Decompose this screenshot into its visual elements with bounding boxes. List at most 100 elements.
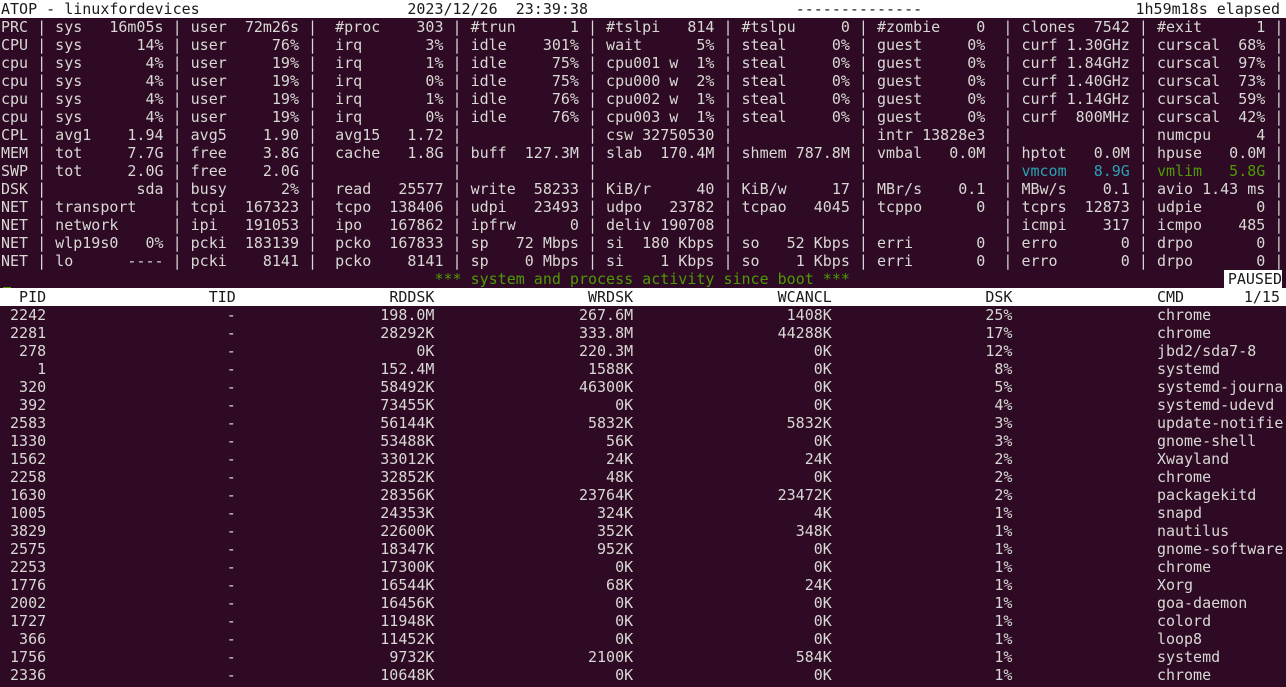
table-row[interactable]: 1 - 152.4M 1588K 0K 8% systemd — [1, 360, 1286, 378]
stat-label: si — [606, 234, 625, 252]
stat-label: vmbal — [876, 144, 923, 162]
stat-field: avg1 1.94 — [55, 126, 163, 144]
stat-label: free — [190, 144, 227, 162]
table-row[interactable]: 2002 - 16456K 0K 0K 1% goa-daemon — [1, 594, 1286, 612]
separator: | — [1003, 234, 1013, 252]
separator: | — [37, 234, 47, 252]
column-header-tid[interactable]: TID — [46, 288, 236, 306]
table-row[interactable]: 2336 - 10648K 0K 0K 1% chrome — [1, 666, 1286, 684]
column-header-pid[interactable]: PID — [1, 288, 46, 306]
cell-wcancl: 0K — [813, 558, 832, 576]
cell-rddsk: 28292K — [380, 324, 435, 342]
cell-wrdsk: 46300K — [578, 378, 634, 396]
table-row[interactable]: 2281 - 28292K 333.8M 44288K 17% chrome — [1, 324, 1286, 342]
stat-label: avio — [1156, 180, 1194, 198]
column-header-rddsk[interactable]: RDDSK — [236, 288, 434, 306]
banner: *** system and process activity since bo… — [434, 270, 850, 288]
table-row[interactable]: 2583 - 56144K 5832K 5832K 3% update-notifie — [1, 414, 1286, 432]
cell-wrdsk: 333.8M — [578, 324, 634, 342]
stat-label: tot — [55, 162, 83, 180]
table-row[interactable]: 320 - 58492K 46300K 0K 5% systemd-journa — [1, 378, 1286, 396]
separator: | — [723, 216, 733, 234]
separator: | — [1003, 180, 1013, 198]
cell-dsk: 1% — [994, 504, 1013, 522]
cell-pid: 1776 — [10, 576, 47, 594]
stat-label: cpu003 w — [606, 108, 679, 126]
cell-cmd: colord — [1156, 612, 1212, 630]
table-row[interactable]: 2575 - 18347K 952K 0K 1% gnome-software — [1, 540, 1286, 558]
stat-field: curscal 68% — [1157, 36, 1265, 54]
stat-field: tcpi 167323 — [191, 198, 299, 216]
table-row[interactable]: 1562 - 33012K 24K 24K 2% Xwayland — [1, 450, 1286, 468]
stat-field: sys 4% — [55, 54, 163, 72]
separator: | — [1003, 126, 1013, 144]
separator: | — [452, 90, 462, 108]
cell-tid: - — [226, 630, 236, 648]
cell-rddsk: 9732K — [389, 648, 435, 666]
row-label: PRC — [1, 18, 29, 36]
separator: | — [723, 144, 733, 162]
column-header-wcancl[interactable]: WCANCL — [633, 288, 832, 306]
stat-value: 23493 — [533, 198, 579, 216]
stat-field: cache 1.8G — [335, 144, 443, 162]
table-row[interactable]: 3829 - 22600K 352K 348K 1% nautilus — [1, 522, 1286, 540]
stat-field: #trun 1 — [471, 18, 579, 36]
cell-cmd: goa-daemon — [1156, 594, 1248, 612]
cell-wrdsk: 0K — [615, 630, 634, 648]
table-row[interactable]: 2242 - 198.0M 267.6M 1408K 25% chrome — [1, 306, 1286, 324]
cell-wrdsk: 0K — [615, 666, 634, 684]
separator: | — [172, 90, 182, 108]
stat-label: irq — [335, 36, 363, 54]
stat-label: free — [190, 162, 227, 180]
column-header-dsk[interactable]: DSK — [832, 288, 1012, 306]
stat-value: 1% — [696, 90, 715, 108]
column-header-wrdsk[interactable]: WRDSK — [434, 288, 633, 306]
stat-row-prc: PRC | | | | | | | | | | sys 16m05s user 72m26s #proc 303… — [1, 18, 1286, 36]
separator: | — [172, 18, 182, 36]
stat-value: 0% — [967, 108, 986, 126]
column-header-cmd[interactable]: CMD — [1157, 288, 1184, 306]
cell-rddsk: 0K — [416, 342, 435, 360]
separator: | — [37, 180, 47, 198]
stat-label: #exit — [1156, 18, 1203, 36]
table-row[interactable]: 1727 - 11948K 0K 0K 1% colord — [1, 612, 1286, 630]
cell-rddsk: 32852K — [380, 468, 435, 486]
cell-wcancl: 0K — [813, 432, 832, 450]
table-row[interactable]: 1005 - 24353K 324K 4K 1% snapd — [1, 504, 1286, 522]
table-row[interactable]: 1630 - 28356K 23764K 23472K 2% packagekitd — [1, 486, 1286, 504]
cell-cmd: systemd — [1156, 648, 1221, 666]
cell-wcancl: 0K — [813, 630, 832, 648]
stat-value: 0.1 — [1102, 180, 1130, 198]
stat-label: erro — [1021, 252, 1058, 270]
table-row[interactable]: 2253 - 17300K 0K 0K 1% chrome — [1, 558, 1286, 576]
separator: | — [37, 54, 47, 72]
cell-wrdsk: 0K — [615, 558, 634, 576]
separator: | — [723, 90, 733, 108]
table-row[interactable]: 1330 - 53488K 56K 0K 3% gnome-shell — [1, 432, 1286, 450]
cell-wcancl: 0K — [813, 666, 832, 684]
separator: | — [308, 216, 318, 234]
cell-tid: - — [226, 486, 236, 504]
separator: | — [723, 108, 733, 126]
table-row[interactable]: 1776 - 16544K 68K 24K 1% Xorg — [1, 576, 1286, 594]
stat-label: tot — [55, 144, 83, 162]
separator: | — [723, 18, 733, 36]
cell-rddsk: 11452K — [380, 630, 435, 648]
table-row[interactable]: 278 - 0K 220.3M 0K 12% jbd2/sda7-8 — [1, 342, 1286, 360]
table-row[interactable]: 2258 - 32852K 48K 0K 2% chrome — [1, 468, 1286, 486]
cell-tid: - — [226, 450, 236, 468]
stat-value: 1 Kbps — [795, 252, 850, 270]
cell-wcancl: 0K — [813, 378, 832, 396]
stat-value: 301% — [542, 36, 579, 54]
separator: | — [308, 108, 318, 126]
stat-field: drpo 0 — [1157, 252, 1265, 270]
stat-label: curscal — [1156, 108, 1221, 126]
stat-label: pcko — [335, 252, 372, 270]
cell-dsk: 1% — [994, 612, 1013, 630]
table-row[interactable]: 366 - 11452K 0K 0K 1% loop8 — [1, 630, 1286, 648]
table-row[interactable]: 1756 - 9732K 2100K 584K 1% systemd — [1, 648, 1286, 666]
stat-label: erro — [1021, 234, 1058, 252]
separator: | — [858, 198, 868, 216]
stat-label: curscal — [1156, 54, 1221, 72]
table-row[interactable]: 392 - 73455K 0K 0K 4% systemd-udevd — [1, 396, 1286, 414]
